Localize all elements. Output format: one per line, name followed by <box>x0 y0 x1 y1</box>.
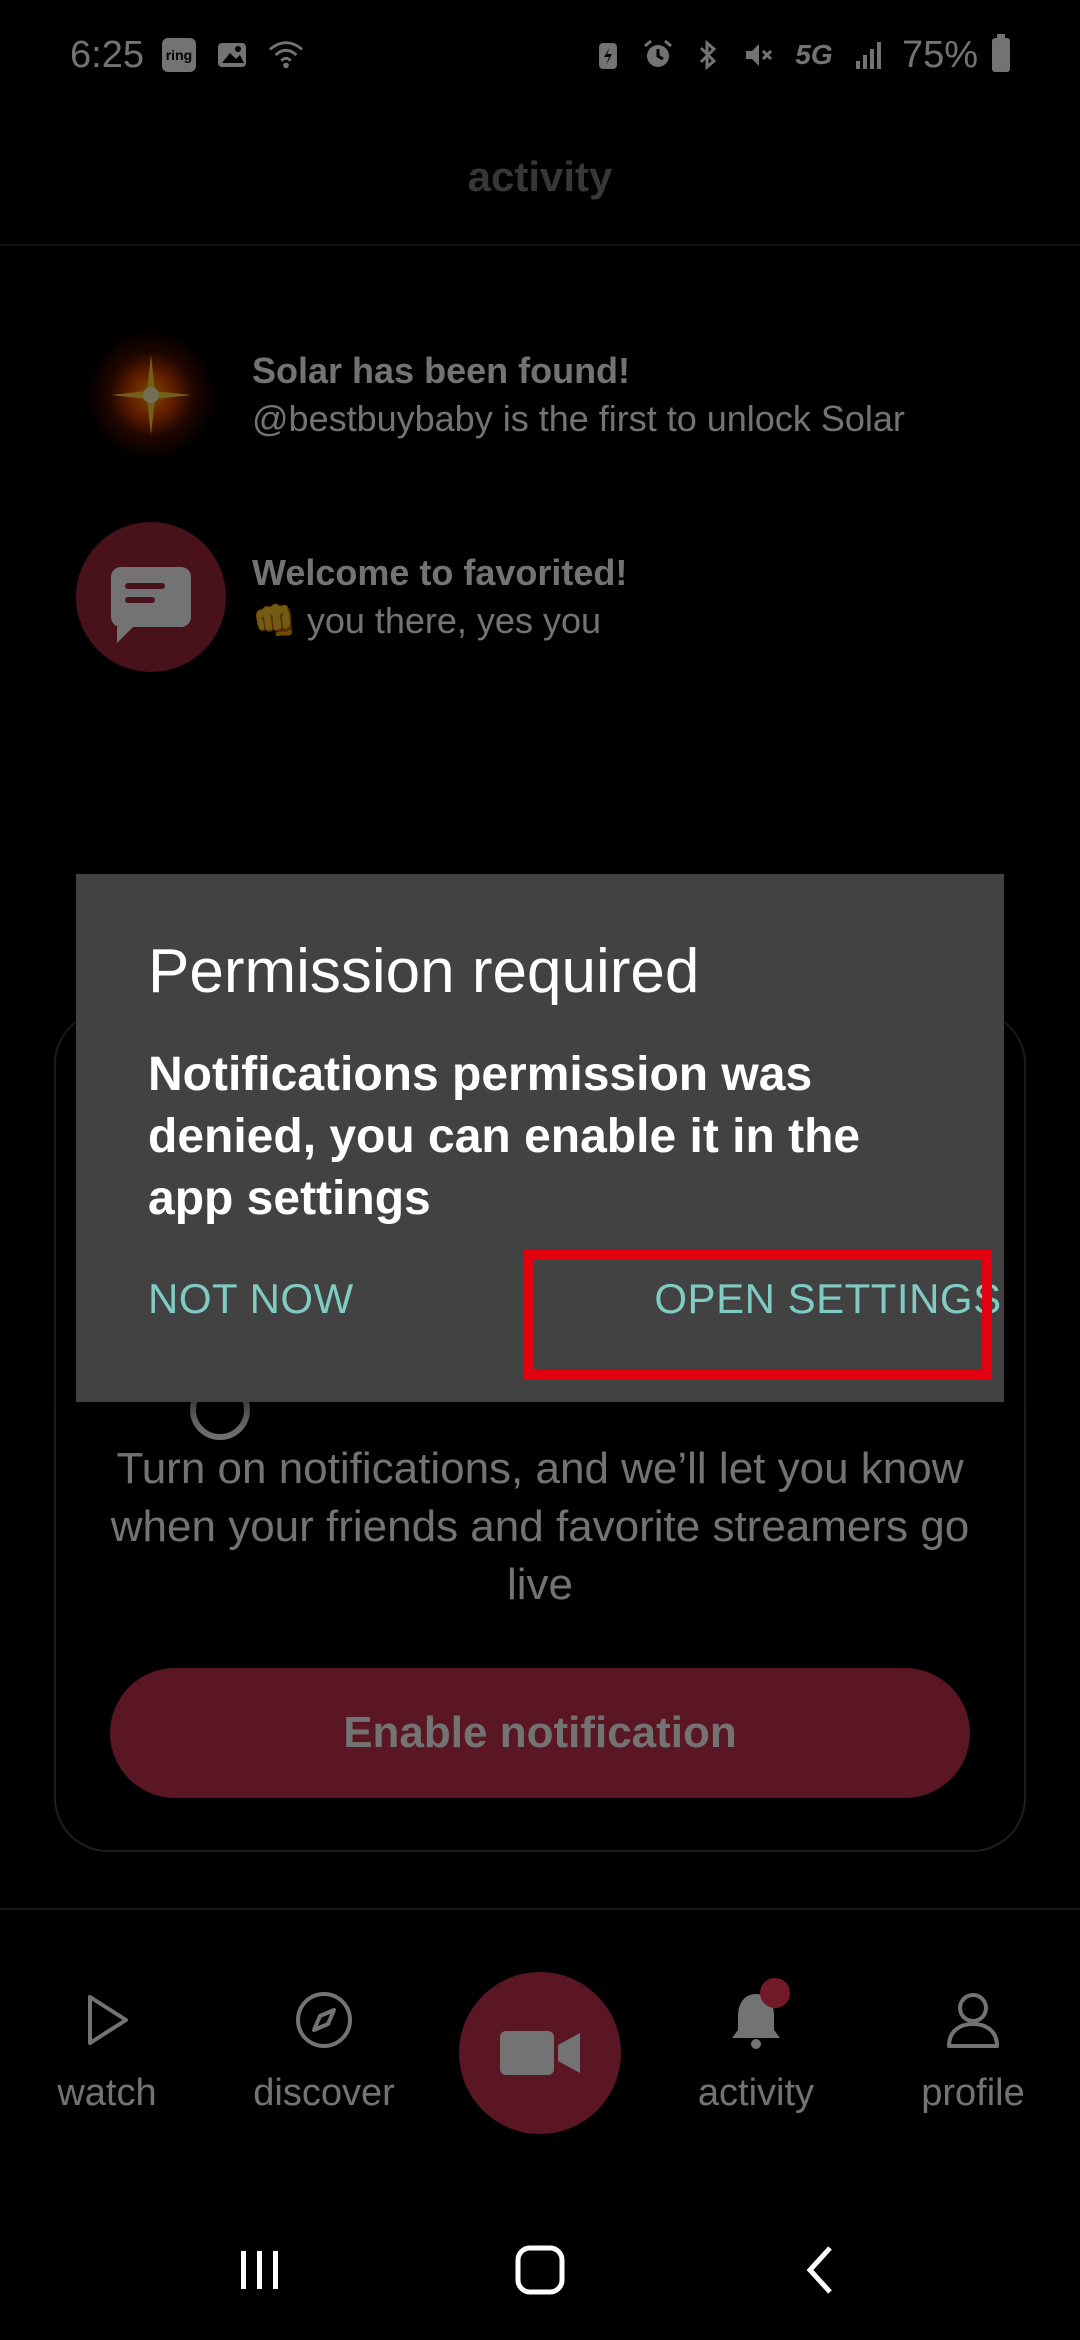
status-bar: 6:25 ring 5G 75% <box>0 0 1080 110</box>
open-settings-button[interactable]: OPEN SETTINGS <box>588 1254 1068 1344</box>
video-camera-icon <box>500 2031 580 2075</box>
ring-icon: ring <box>161 38 196 72</box>
5g-icon: 5G <box>795 39 833 70</box>
nav-profile[interactable]: profile <box>883 1990 1063 2150</box>
dialog-message: Notifications permission was denied, you… <box>148 1048 861 1225</box>
not-now-button[interactable]: NOT NOW <box>148 1254 354 1344</box>
nav-watch[interactable]: watch <box>17 1990 197 2150</box>
activity-title: Solar has been found! <box>252 350 631 391</box>
page-header: activity <box>0 110 1080 246</box>
status-time: 6:25 <box>70 33 144 76</box>
battery-saver-icon <box>590 37 626 73</box>
nav-activity-label: activity <box>697 2072 815 2114</box>
bottom-nav: watch discover activity profile <box>0 1910 1080 2190</box>
solar-sparkle-icon <box>76 320 226 470</box>
mute-icon <box>740 37 776 73</box>
dialog-title: Permission required <box>148 937 700 1006</box>
alarm-icon <box>640 37 676 73</box>
activity-item-solar[interactable]: Solar has been found! @bestbuybaby is th… <box>76 320 1036 470</box>
person-icon <box>943 1990 1003 2050</box>
notification-description: Turn on notifications, and we’ll let you… <box>110 1444 970 1609</box>
enable-notification-button[interactable]: Enable notification <box>110 1668 970 1798</box>
nav-profile-label: profile <box>921 2072 1025 2114</box>
page-title: activity <box>467 153 613 200</box>
bell-icon <box>726 1978 790 2050</box>
compass-icon <box>294 1990 354 2050</box>
image-icon <box>214 37 250 73</box>
activity-item-welcome[interactable]: Welcome to favorited! 👊 you there, yes y… <box>76 522 1036 672</box>
wifi-icon <box>268 37 304 73</box>
nav-watch-label: watch <box>57 2072 157 2114</box>
play-icon <box>77 1990 137 2050</box>
nav-discover[interactable]: discover <box>234 1990 414 2150</box>
nav-activity[interactable]: activity <box>666 1978 846 2150</box>
notification-badge <box>760 1978 790 2008</box>
signal-icon <box>852 37 888 73</box>
activity-subtitle: @bestbuybaby is the first to unlock Sola… <box>252 398 905 439</box>
back-icon[interactable] <box>780 2230 860 2310</box>
chat-line <box>125 583 165 589</box>
chat-line <box>125 597 155 603</box>
activity-text: Welcome to favorited! 👊 you there, yes y… <box>252 552 627 642</box>
nav-discover-label: discover <box>253 2072 395 2114</box>
system-nav-bar <box>0 2200 1080 2340</box>
battery-icon <box>992 34 1010 72</box>
bluetooth-icon <box>690 37 726 73</box>
activity-subtitle: 👊 you there, yes you <box>252 600 601 641</box>
activity-text: Solar has been found! @bestbuybaby is th… <box>252 350 905 440</box>
status-right: 5G 75% <box>590 34 1010 77</box>
activity-title: Welcome to favorited! <box>252 552 628 593</box>
go-live-button[interactable] <box>459 1972 621 2134</box>
home-icon[interactable] <box>500 2230 580 2310</box>
status-left: 6:25 ring <box>70 34 304 77</box>
recent-apps-icon[interactable] <box>220 2230 300 2310</box>
battery-percent: 75% <box>901 33 978 76</box>
chat-bubble-icon <box>76 522 226 672</box>
permission-dialog: Permission required Notifications permis… <box>76 874 1004 1402</box>
chat-glyph <box>111 567 191 643</box>
